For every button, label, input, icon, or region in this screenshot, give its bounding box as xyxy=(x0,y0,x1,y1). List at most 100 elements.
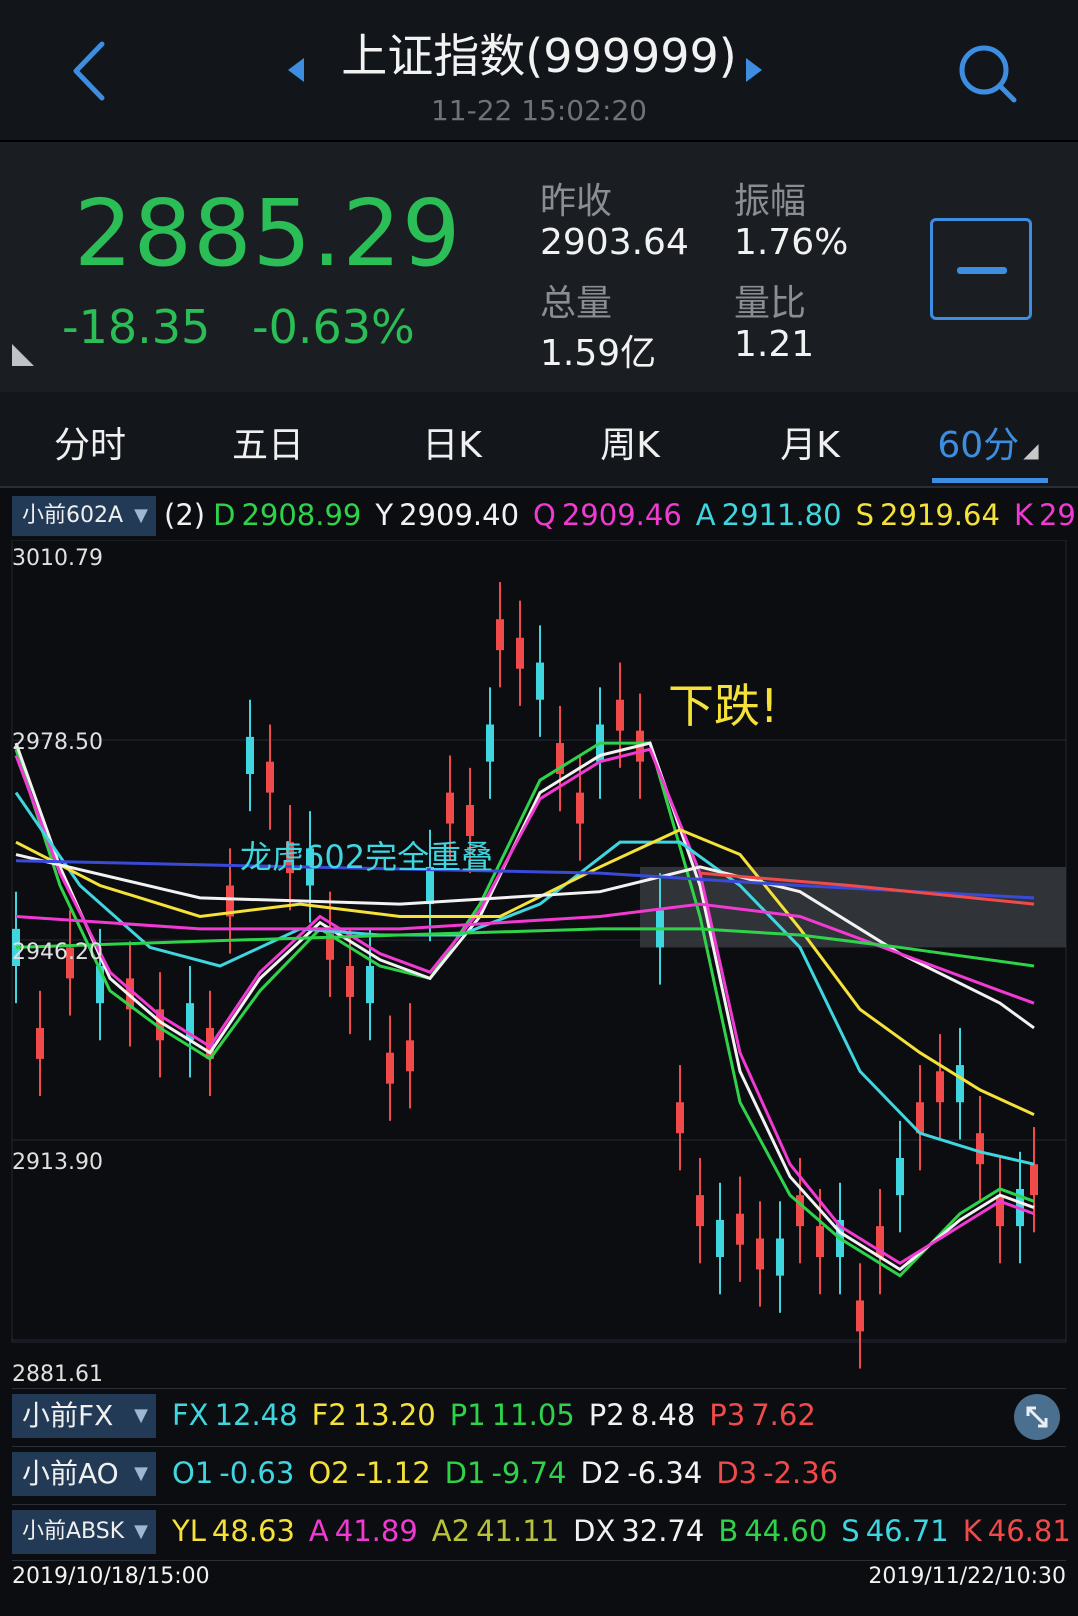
fx-indicator-select[interactable]: 小前FX ▼ xyxy=(12,1394,156,1438)
sub0-key: P2 xyxy=(588,1398,625,1432)
sub2-value: 46.81 xyxy=(987,1514,1071,1548)
sub1-key: D2 xyxy=(580,1456,622,1490)
top-bar: 上证指数(999999) 11-22 15:02:20 xyxy=(0,0,1078,142)
candle-body xyxy=(956,1065,964,1103)
chevron-down-icon: ▼ xyxy=(134,1521,148,1542)
sub2-key: A xyxy=(308,1514,329,1548)
main-key: K xyxy=(1013,498,1033,532)
main-key: D xyxy=(213,498,236,532)
sub0-value: 7.62 xyxy=(751,1398,816,1432)
sub0-value: 8.48 xyxy=(630,1398,696,1432)
main-value: 2911.80 xyxy=(721,498,842,532)
main-value: 2920 xyxy=(1038,498,1078,532)
stock-title: 上证指数(999999) xyxy=(341,29,737,83)
main-key: Y xyxy=(375,498,394,532)
candle-body xyxy=(1030,1164,1038,1196)
candle-body xyxy=(486,724,494,762)
candle-body xyxy=(896,1157,904,1196)
candle-body xyxy=(856,1300,864,1332)
price-axis-label: 2913.90 xyxy=(12,1150,103,1175)
main-indicator-params: (2) xyxy=(164,498,206,532)
sub1-key: O1 xyxy=(172,1456,214,1490)
price-change: -18.35 xyxy=(62,300,211,354)
candle-body xyxy=(496,619,504,651)
price-axis-label: 3010.79 xyxy=(12,546,103,571)
sub0-value: 13.20 xyxy=(352,1398,436,1432)
candle-body xyxy=(246,736,254,775)
candle-body xyxy=(936,1071,944,1103)
main-value: 2909.46 xyxy=(561,498,682,532)
prev-close-value: 2903.64 xyxy=(540,222,689,263)
tab-minute[interactable]: 分时 xyxy=(20,416,160,468)
volume-label: 总量 xyxy=(540,283,613,324)
tab-60min-label: 60分 xyxy=(937,425,1020,466)
candle-body xyxy=(676,1102,684,1134)
candle-body xyxy=(446,792,454,824)
absk-indicator-values: YL 48.63 A 41.89 A2 41.11 DX 32.74 B 44.60 S 46.71 K… xyxy=(172,1514,1078,1548)
price-change-percent: -0.63% xyxy=(252,300,415,354)
prev-close-label: 昨收 xyxy=(540,181,613,222)
main-indicator-name: 小前602A xyxy=(22,503,124,528)
sub1-key: D1 xyxy=(444,1456,486,1490)
fx-indicator-name: 小前FX xyxy=(22,1399,114,1432)
candle-body xyxy=(536,662,544,700)
sub2-value: 32.74 xyxy=(621,1514,705,1548)
main-value: 2909.40 xyxy=(399,498,520,532)
candle-body xyxy=(616,699,624,731)
sub1-value: -9.74 xyxy=(491,1456,567,1490)
candle-body xyxy=(576,792,584,824)
chevron-down-icon: ▼ xyxy=(134,505,148,526)
sub0-key: FX xyxy=(172,1398,209,1432)
sub1-key: O2 xyxy=(308,1456,350,1490)
tab-daily-k[interactable]: 日K xyxy=(382,416,522,468)
ao-indicator-values: O1 -0.63 O2 -1.12 D1 -9.74 D2 -6.34 D3 -2.36 xyxy=(172,1456,852,1490)
minus-icon xyxy=(957,267,1007,274)
candle-body xyxy=(756,1238,764,1270)
main-indicator-select[interactable]: 小前602A ▼ xyxy=(12,496,156,536)
overlap-annotation: 龙虎602完全重叠 xyxy=(240,838,494,876)
next-stock-icon[interactable] xyxy=(744,56,764,84)
sub1-value: -2.36 xyxy=(763,1456,839,1490)
candle-body xyxy=(36,1027,44,1059)
candle-body xyxy=(716,1219,724,1258)
divider xyxy=(12,1388,1066,1389)
kline-chart[interactable] xyxy=(0,540,1078,1388)
ao-indicator-select[interactable]: 小前AO ▼ xyxy=(12,1452,156,1496)
last-price: 2885.29 xyxy=(74,180,462,287)
search-icon[interactable] xyxy=(956,42,1020,106)
sub2-value: 41.89 xyxy=(334,1514,418,1548)
fullscreen-button[interactable] xyxy=(1014,1394,1060,1440)
ma-cyan xyxy=(14,791,1035,1166)
volume-ratio-label: 量比 xyxy=(734,283,807,324)
tab-monthly-k[interactable]: 月K xyxy=(740,416,880,468)
sub1-value: -0.63 xyxy=(219,1456,295,1490)
sub2-key: B xyxy=(718,1514,739,1548)
end-date: 2019/11/22/10:30 xyxy=(868,1564,1066,1589)
absk-indicator-select[interactable]: 小前ABSK ▼ xyxy=(12,1510,156,1554)
corner-expand-icon[interactable] xyxy=(10,342,36,368)
sub2-value: 46.71 xyxy=(865,1514,949,1548)
sub1-value: -6.34 xyxy=(627,1456,703,1490)
amplitude-value: 1.76% xyxy=(734,222,849,263)
remove-watchlist-button[interactable] xyxy=(930,218,1032,320)
tab-60min[interactable]: 60分 ◢ xyxy=(918,416,1058,468)
sub1-key: D3 xyxy=(716,1456,758,1490)
candle-body xyxy=(516,637,524,669)
candle-body xyxy=(406,1040,414,1072)
period-tabs: 分时 五日 日K 周K 月K 60分 ◢ xyxy=(0,392,1078,488)
update-time: 11-22 15:02:20 xyxy=(430,94,647,127)
main-key: Q xyxy=(533,498,556,532)
divider xyxy=(12,1446,1066,1447)
main-indicator-values: (2) D 2908.99 Y 2909.40 Q 2909.46 A 2911.80 S 2919… xyxy=(164,498,1078,532)
sub0-key: F2 xyxy=(311,1398,347,1432)
tab-weekly-k[interactable]: 周K xyxy=(560,416,700,468)
tab-five-day[interactable]: 五日 xyxy=(198,416,338,468)
sub2-value: 44.60 xyxy=(744,1514,828,1548)
chevron-down-icon: ▼ xyxy=(134,1405,148,1426)
candle-body xyxy=(386,1052,394,1084)
divider xyxy=(12,1560,1066,1561)
volume-value: 1.59亿 xyxy=(540,333,657,374)
sub1-value: -1.12 xyxy=(355,1456,431,1490)
active-tab-indicator xyxy=(932,478,1048,483)
candle-body xyxy=(266,761,274,793)
